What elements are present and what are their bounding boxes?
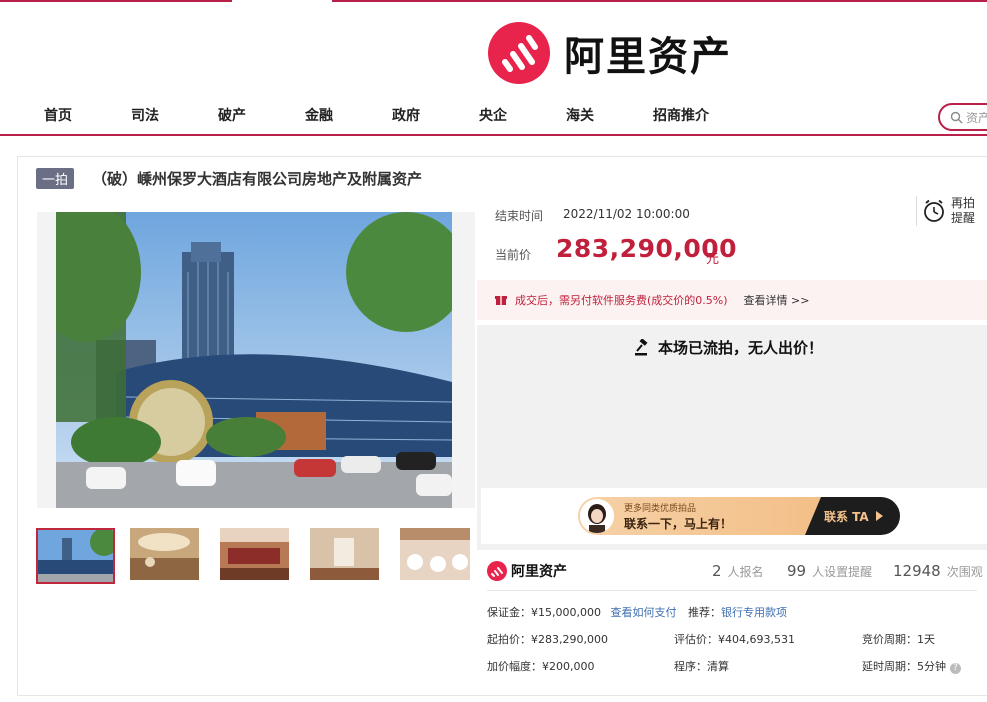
- recommend-label: 推荐：: [687, 606, 721, 619]
- service-fee-notice: 成交后，需另付软件服务费(成交价的0.5%) 查看详情 >>: [477, 280, 987, 320]
- auction-status-text: 本场已流拍，无人出价！: [658, 339, 824, 357]
- bank-payment-link[interactable]: 银行专用款项: [721, 606, 787, 619]
- delay-cycle: 延时周期：5分钟: [862, 660, 946, 673]
- gavel-icon: [635, 338, 648, 355]
- nav-item-finance[interactable]: 金融: [305, 105, 333, 125]
- thumbnail-5[interactable]: [400, 528, 479, 584]
- top-accent-segment-left: [0, 0, 232, 2]
- round-badge: 一拍: [36, 168, 75, 189]
- contact-ta-button[interactable]: 联系 TA: [824, 508, 869, 525]
- search-input[interactable]: 资产: [938, 103, 987, 131]
- promo-title: 联系一下，马上有！: [624, 517, 733, 531]
- question-icon[interactable]: ?: [950, 663, 961, 674]
- stats-brand-text: 阿里资产: [511, 564, 567, 580]
- caret-right-icon: [876, 511, 883, 521]
- start-price: 起拍价：¥283,290,000: [487, 633, 608, 646]
- nav-item-central-enterprise[interactable]: 央企: [479, 105, 507, 125]
- search-placeholder: 资产: [966, 110, 987, 125]
- signup-count: 2 人报名: [712, 562, 764, 580]
- current-price-label: 当前价: [495, 248, 532, 262]
- listing-title-row: 一拍 （破）嵊州保罗大酒店有限公司房地产及附属资产: [36, 168, 422, 189]
- nav-item-government[interactable]: 政府: [392, 105, 420, 125]
- end-time-label: 结束时间: [495, 209, 544, 223]
- price-unit: 元: [706, 252, 720, 267]
- remind-label-line2: 提醒: [951, 211, 976, 225]
- agent-avatar: [580, 499, 614, 533]
- view-number: 12948: [893, 562, 941, 580]
- site-logo[interactable]: 阿里资产: [488, 22, 732, 84]
- view-count: 12948 次围观: [893, 562, 983, 580]
- reminder-label: 人设置提醒: [812, 565, 873, 579]
- reminder-number: 99: [787, 562, 807, 580]
- nav-item-customs[interactable]: 海关: [566, 105, 594, 125]
- nav-item-bankruptcy[interactable]: 破产: [218, 105, 246, 125]
- remind-label: 再拍 提醒: [951, 196, 975, 226]
- main-nav: 首页 司法 破产 金融 政府 央企 海关 招商推介: [0, 96, 987, 136]
- nav-item-judicial[interactable]: 司法: [131, 105, 159, 125]
- deposit-value: 保证金：¥15,000,000: [487, 606, 601, 619]
- signup-number: 2: [712, 562, 722, 580]
- delay-cycle-row: 延时周期：5分钟?: [862, 658, 961, 674]
- logo-text: 阿里资产: [564, 34, 732, 80]
- reminder-count: 99 人设置提醒: [787, 562, 872, 580]
- nav-item-investment[interactable]: 招商推介: [653, 105, 709, 125]
- procedure: 程序：清算: [674, 660, 729, 673]
- top-accent-line: [0, 0, 987, 3]
- gift-icon: [495, 296, 507, 305]
- re-auction-remind-button[interactable]: 再拍 提醒: [916, 196, 975, 226]
- brand-mark-icon: [487, 561, 507, 581]
- thumbnail-1[interactable]: [36, 528, 118, 584]
- promo-subtitle: 更多同类优质拍品: [624, 504, 697, 514]
- view-details-link[interactable]: 查看详情 >>: [744, 292, 810, 308]
- thumbnail-2[interactable]: [130, 528, 209, 584]
- thumbnail-3[interactable]: [220, 528, 299, 584]
- auction-status: 本场已流拍，无人出价！: [634, 337, 823, 358]
- logo-mark-icon: [488, 22, 550, 84]
- stats-brand-logo: 阿里资产: [487, 561, 567, 581]
- how-to-pay-link[interactable]: 查看如何支付: [610, 606, 676, 619]
- deposit-row: 保证金：¥15,000,000 查看如何支付 推荐：银行专用款项: [487, 604, 787, 620]
- contact-promo-banner[interactable]: 更多同类优质拍品 联系一下，马上有！ 联系 TA: [578, 497, 900, 535]
- bidding-cycle: 竞价周期：1天: [862, 633, 935, 646]
- main-photo[interactable]: [37, 212, 475, 508]
- signup-label: 人报名: [727, 565, 764, 579]
- view-label: 次围观: [946, 565, 983, 579]
- thumbnail-4[interactable]: [310, 528, 389, 584]
- stats-divider: [487, 590, 977, 591]
- nav-item-home[interactable]: 首页: [44, 105, 72, 125]
- listing-title: （破）嵊州保罗大酒店有限公司房地产及附属资产: [92, 170, 423, 188]
- service-fee-text: 成交后，需另付软件服务费(成交价的0.5%): [515, 294, 728, 307]
- alarm-clock-icon: [924, 199, 944, 222]
- hotel-photo-image: [56, 212, 452, 508]
- appraisal-price: 评估价：¥404,693,531: [674, 633, 795, 646]
- top-accent-segment-right: [332, 0, 987, 2]
- end-time-value: 2022/11/02 10:00:00: [563, 207, 690, 221]
- bid-increment: 加价幅度：¥200,000: [487, 660, 595, 673]
- search-icon: [950, 111, 963, 123]
- thumbnail-strip: [36, 528, 476, 586]
- remind-label-line1: 再拍: [951, 196, 976, 210]
